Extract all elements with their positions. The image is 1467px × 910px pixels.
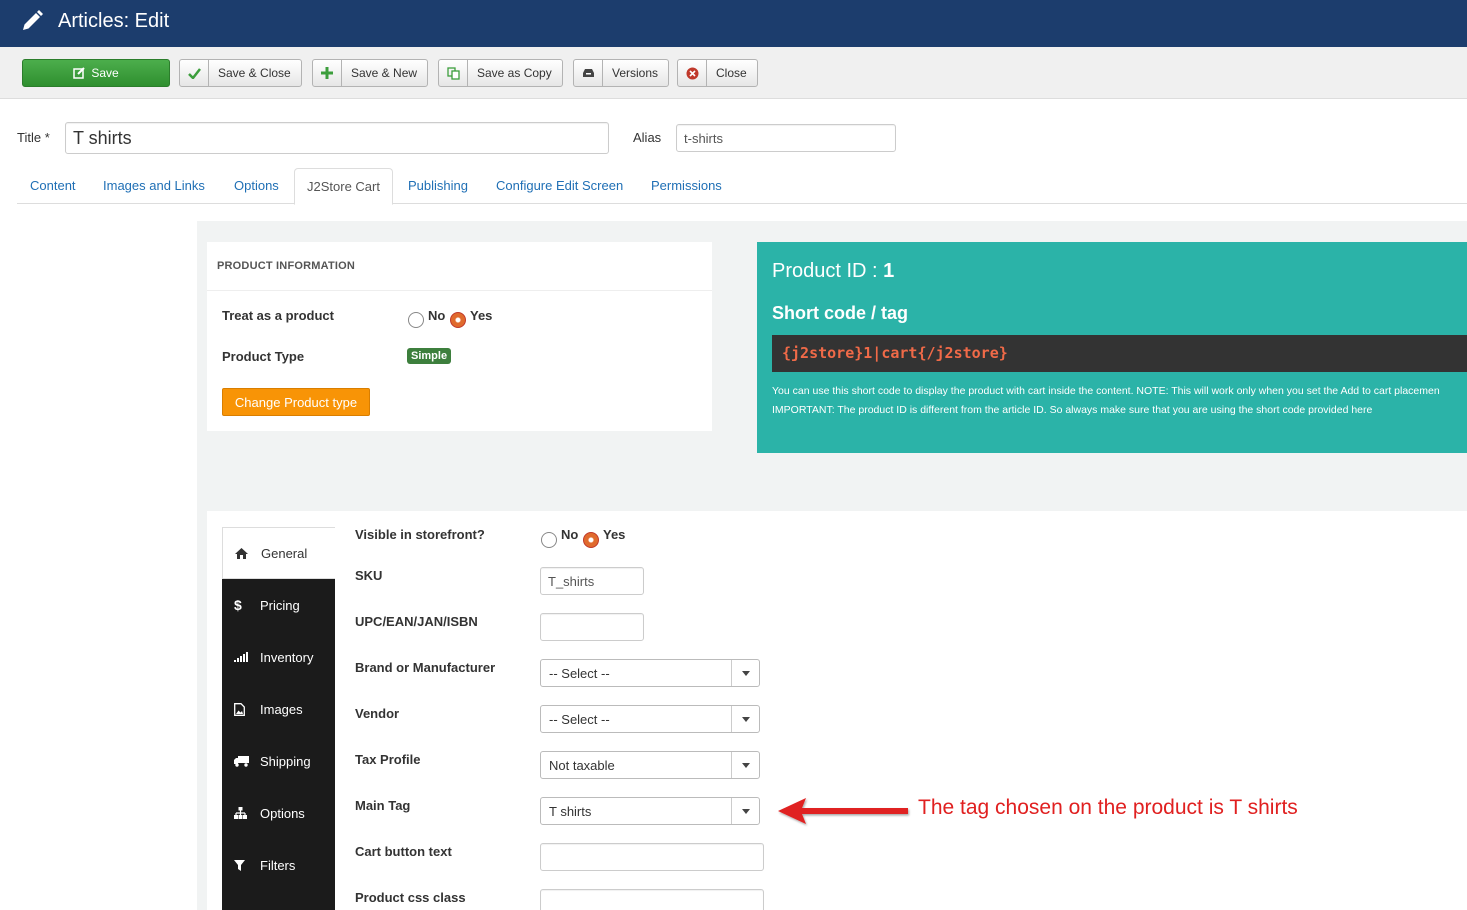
- title-input[interactable]: T shirts: [65, 122, 609, 154]
- product-id: Product ID : 1: [772, 260, 895, 282]
- visible-no-radio[interactable]: [541, 532, 557, 548]
- edit-tabs: Content Images and Links Options J2Store…: [17, 168, 1467, 205]
- save-new-button[interactable]: Save & New: [312, 59, 429, 87]
- shortcode-panel: Product ID : 1 Short code / tag {j2store…: [757, 242, 1467, 453]
- tab-permissions[interactable]: Permissions: [651, 168, 722, 204]
- main-tag-select[interactable]: T shirts: [540, 797, 760, 825]
- sidenav-images[interactable]: Images: [222, 683, 335, 735]
- title-label: Title *: [17, 130, 50, 145]
- alias-input[interactable]: t-shirts: [676, 124, 896, 152]
- divider: [207, 290, 712, 291]
- tab-j2store-cart[interactable]: J2Store Cart: [294, 168, 393, 205]
- check-icon: [180, 60, 209, 86]
- dollar-icon: $: [234, 597, 242, 613]
- change-product-type-button[interactable]: Change Product type: [222, 388, 370, 416]
- main-tag-label: Main Tag: [355, 798, 411, 813]
- archive-icon: [574, 60, 603, 86]
- panel-heading: PRODUCT INFORMATION: [217, 260, 356, 272]
- tab-publishing[interactable]: Publishing: [408, 168, 468, 204]
- tab-images-links[interactable]: Images and Links: [103, 168, 205, 204]
- sidenav-options[interactable]: Options: [222, 787, 335, 839]
- visible-yes-radio[interactable]: [583, 532, 599, 548]
- annotation-arrow-icon: [778, 798, 908, 824]
- shortcode-title: Short code / tag: [772, 303, 909, 323]
- treat-no-label: No: [428, 308, 446, 323]
- toolbar: Save Save & Close Save & New Save as Cop…: [0, 47, 1467, 99]
- filter-icon: [234, 859, 260, 871]
- plus-icon: [313, 60, 342, 86]
- sidenav-pricing[interactable]: $ Pricing: [222, 579, 335, 631]
- alias-label: Alias: [633, 130, 662, 145]
- page-title: Articles: Edit: [58, 10, 170, 32]
- annotation-text: The tag chosen on the product is T shirt…: [918, 796, 1298, 819]
- shortcode-important-note: IMPORTANT: The product ID is different f…: [772, 404, 1373, 416]
- app-header: Articles: Edit: [0, 0, 1467, 47]
- vendor-select[interactable]: -- Select --: [540, 705, 760, 733]
- visible-storefront-label: Visible in storefront?: [355, 527, 485, 542]
- sidenav-inventory[interactable]: Inventory: [222, 631, 335, 683]
- versions-button[interactable]: Versions: [573, 59, 670, 87]
- chevron-down-icon: [731, 660, 759, 686]
- chevron-down-icon: [731, 798, 759, 824]
- product-information-panel: PRODUCT INFORMATION Treat as a product N…: [207, 242, 712, 431]
- save-button[interactable]: Save: [22, 59, 170, 87]
- treat-no-radio[interactable]: [408, 312, 424, 328]
- visible-no-label: No: [561, 527, 579, 542]
- treat-yes-radio[interactable]: [450, 312, 466, 328]
- brand-select[interactable]: -- Select --: [540, 659, 760, 687]
- treat-yes-label: Yes: [470, 308, 493, 323]
- close-button[interactable]: Close: [677, 59, 758, 87]
- tax-profile-label: Tax Profile: [355, 752, 421, 767]
- cancel-circle-icon: [678, 60, 707, 86]
- tab-content[interactable]: Content: [30, 168, 76, 204]
- tax-profile-select[interactable]: Not taxable: [540, 751, 760, 779]
- save-copy-button[interactable]: Save as Copy: [438, 59, 563, 87]
- product-css-class-label: Product css class: [355, 890, 466, 905]
- tab-configure-edit-screen[interactable]: Configure Edit Screen: [496, 168, 623, 204]
- pencil-icon: [23, 10, 43, 30]
- sku-label: SKU: [355, 568, 383, 583]
- upc-input[interactable]: [540, 613, 644, 641]
- sidenav-general[interactable]: General: [222, 527, 335, 579]
- vendor-label: Vendor: [355, 706, 400, 721]
- product-type-badge: Simple: [407, 348, 452, 364]
- product-type-label: Product Type: [222, 349, 305, 364]
- cart-button-text-input[interactable]: [540, 843, 764, 871]
- save-close-button[interactable]: Save & Close: [179, 59, 302, 87]
- brand-label: Brand or Manufacturer: [355, 660, 496, 675]
- edit-icon: [73, 67, 86, 79]
- shortcode-value[interactable]: {j2store}1|cart{/j2store}: [772, 335, 1467, 372]
- product-sidenav: General $ Pricing Inventory Images Shipp…: [222, 527, 335, 910]
- image-file-icon: [234, 702, 260, 716]
- visible-yes-label: Yes: [603, 527, 626, 542]
- tab-options[interactable]: Options: [234, 168, 279, 204]
- sku-input[interactable]: T_shirts: [540, 567, 644, 595]
- cart-button-text-label: Cart button text: [355, 844, 452, 859]
- upc-label: UPC/EAN/JAN/ISBN: [355, 614, 478, 629]
- signal-bars-icon: [234, 652, 260, 662]
- chevron-down-icon: [731, 706, 759, 732]
- sitemap-icon: [234, 807, 260, 819]
- copy-icon: [439, 60, 468, 86]
- product-css-class-input[interactable]: [540, 889, 764, 910]
- chevron-down-icon: [731, 752, 759, 778]
- shortcode-note: You can use this short code to display t…: [772, 385, 1440, 397]
- home-icon: [235, 547, 261, 559]
- sidenav-filters[interactable]: Filters: [222, 839, 335, 891]
- sidenav-shipping[interactable]: Shipping: [222, 735, 335, 787]
- treat-as-product-label: Treat as a product: [222, 308, 334, 323]
- truck-icon: [234, 755, 260, 767]
